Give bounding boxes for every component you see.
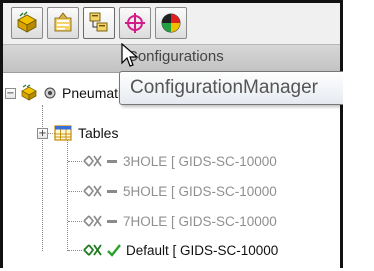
configuration-label: 3HOLE [ GIDS-SC-10000: [123, 153, 277, 169]
displaymanager-icon: [161, 13, 181, 33]
configuration-manager-window: Configurations − Pneumatic + Tables 3HOL…: [0, 0, 374, 271]
tree-item-tables[interactable]: + Tables: [37, 121, 118, 145]
tree-connector-line: [67, 135, 68, 251]
featuremanager-icon: [17, 11, 37, 33]
manager-tab-bar: [3, 3, 340, 45]
suppressed-dash-icon: [107, 219, 117, 223]
mouse-pointer-icon: [121, 43, 139, 67]
list-item[interactable]: 5HOLE [ GIDS-SC-10000: [83, 179, 277, 203]
tab-featuremanager[interactable]: [11, 7, 43, 39]
tree-connector-line: [68, 161, 82, 162]
configuration-label: 5HOLE [ GIDS-SC-10000: [123, 183, 277, 199]
active-config-icon: [83, 244, 102, 256]
tooltip: ConfigurationManager: [119, 71, 370, 105]
configurations-header: Configurations: [3, 45, 340, 73]
list-item[interactable]: Default [ GIDS-SC-10000: [83, 238, 278, 262]
configurations-title: Configurations: [127, 48, 224, 65]
list-item[interactable]: 3HOLE [ GIDS-SC-10000: [83, 149, 277, 173]
suppressed-dash-icon: [107, 189, 117, 193]
tree-connector-line: [68, 250, 82, 251]
tab-propertymanager[interactable]: [47, 7, 79, 39]
tooltip-text: ConfigurationManager: [130, 77, 319, 98]
inactive-config-icon: [83, 185, 102, 197]
inactive-config-icon: [83, 155, 102, 167]
graphics-area[interactable]: [343, 0, 374, 268]
manager-pane: Configurations − Pneumatic + Tables 3HOL…: [0, 0, 370, 271]
dimxpert-crosshair-icon: [125, 13, 145, 33]
configuration-label: Default [ GIDS-SC-10000: [126, 242, 279, 258]
tab-configurationmanager[interactable]: [83, 7, 115, 39]
tab-displaymanager[interactable]: [155, 7, 187, 39]
table-icon: [54, 125, 72, 141]
tables-label: Tables: [78, 125, 119, 141]
configuration-label: 7HOLE [ GIDS-SC-10000: [123, 213, 277, 229]
tree-connector-line: [68, 221, 82, 222]
inactive-config-icon: [83, 215, 102, 227]
configurationmanager-icon: [89, 12, 108, 32]
config-gear-icon: [44, 87, 56, 99]
checkmark-icon: [107, 244, 121, 257]
tree-connector-line: [68, 191, 82, 192]
propertymanager-icon: [54, 12, 72, 32]
suppressed-dash-icon: [107, 159, 117, 163]
collapse-toggle[interactable]: −: [5, 87, 16, 99]
expand-toggle[interactable]: +: [37, 127, 48, 139]
tab-dimxpertmanager[interactable]: [119, 7, 151, 39]
part-configuration-icon: [21, 84, 37, 101]
list-item[interactable]: 7HOLE [ GIDS-SC-10000: [83, 209, 277, 233]
